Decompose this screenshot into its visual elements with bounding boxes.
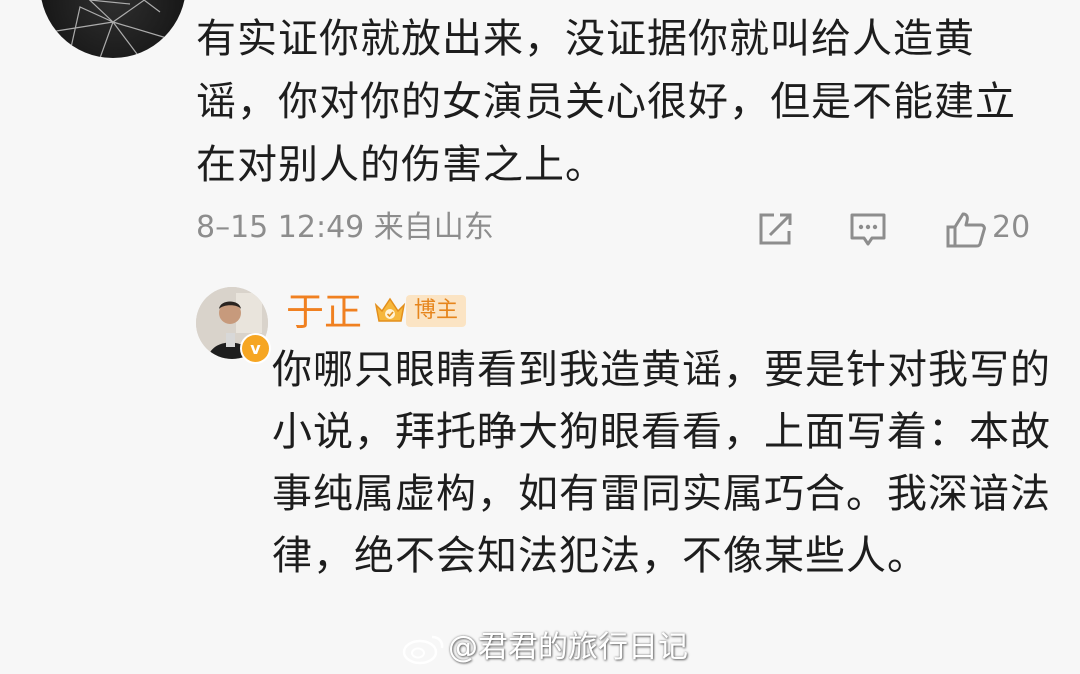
share-icon: [759, 213, 792, 245]
blogger-badge: 博主: [406, 295, 467, 327]
comment-text: 有实证你就放出来，没证据你就叫给人造黄谣，你对你的女演员关心很好，但是不能建立在…: [196, 16, 1016, 188]
watermark-text: @君君的旅行日记: [448, 630, 688, 665]
weibo-logo-icon: [402, 635, 444, 665]
commenter-avatar[interactable]: [40, 0, 186, 58]
reply-username[interactable]: 于正: [286, 287, 362, 337]
cracked-glass-icon: [49, 0, 181, 58]
verified-badge: v: [240, 333, 271, 364]
comment-icon: [850, 213, 886, 246]
comment-button[interactable]: [848, 207, 892, 251]
like-count: 20: [992, 210, 1031, 245]
reply-text: 你哪只眼睛看到我造黄谣，要是针对我写的小说，拜托睁大狗眼看看，上面写着：本故事纯…: [272, 347, 1051, 579]
like-icon: [946, 212, 986, 248]
like-button[interactable]: 20: [944, 207, 1054, 251]
comment-timestamp-location: 8–15 12:49 来自山东: [196, 210, 494, 245]
reply-block: v 于正 博主 你哪只眼睛看到我造黄谣，要是针对我写的小说，拜托睁大狗眼看看，上…: [196, 283, 1056, 673]
crown-icon: [374, 297, 406, 322]
share-button[interactable]: [756, 207, 800, 251]
comment-meta-row: 8–15 12:49 来自山东 20: [196, 207, 1056, 251]
